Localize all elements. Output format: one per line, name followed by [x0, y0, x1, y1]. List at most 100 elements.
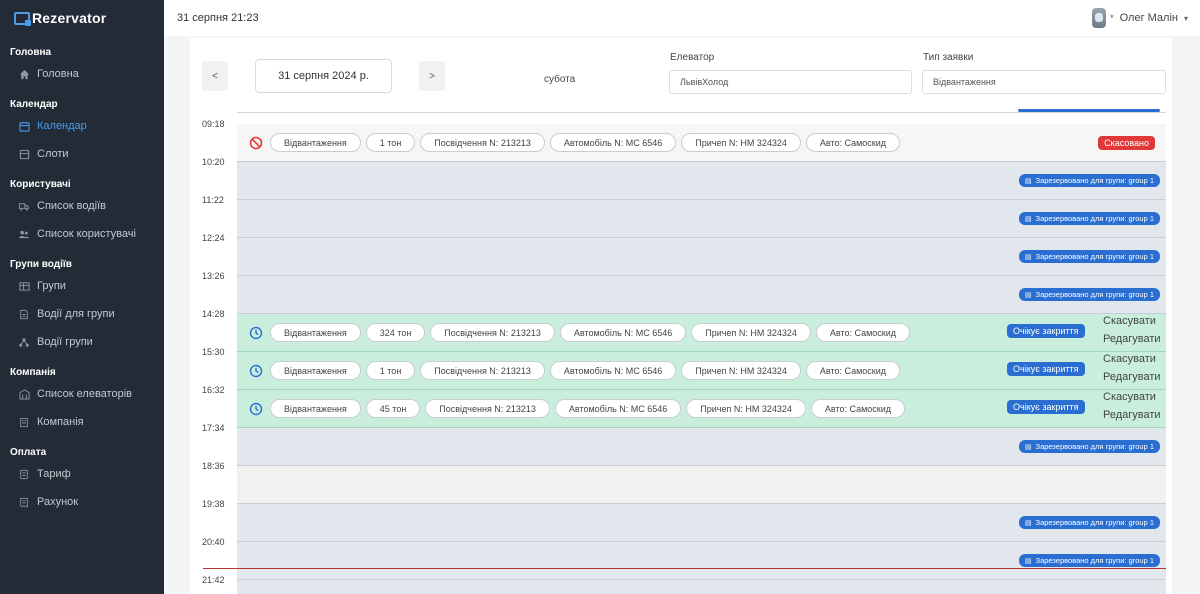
time-label: 10:20	[202, 157, 225, 167]
reserved-badge: ▤ Зарезервовано для групи: group 1	[1018, 250, 1160, 263]
tariff-icon	[18, 468, 30, 480]
sidebar-item-drivers[interactable]: Список водіїв	[0, 192, 164, 220]
pill-type: Відвантаження	[270, 399, 361, 418]
slot-row-free[interactable]	[237, 466, 1166, 504]
calendar-card: < 31 серпня 2024 р. > субота Елеватор Ль…	[190, 38, 1172, 594]
logo-icon	[14, 11, 31, 26]
time-label: 21:42	[202, 575, 225, 585]
pill-weight: 45 тон	[365, 399, 421, 418]
pill-car-type: Авто: Самоскид	[815, 323, 911, 342]
invoice-icon	[18, 496, 30, 508]
date-picker[interactable]: 31 серпня 2024 р.	[255, 59, 392, 93]
booking-row-active[interactable]: Відвантаження 324 тон Посвідчення N: 213…	[237, 314, 1166, 352]
document-icon: ▤	[1024, 215, 1032, 223]
document-icon: ▤	[1024, 291, 1032, 299]
users-icon	[18, 228, 30, 240]
reserved-badge: ▤ Зарезервовано для групи: group 1	[1018, 554, 1160, 567]
pill-vehicle: Автомобіль N: MC 6546	[554, 399, 682, 418]
pill-weight: 1 тон	[365, 361, 416, 380]
cancel-booking-link[interactable]: Скасувати	[1103, 391, 1161, 405]
sidebar-item-company[interactable]: Компанія	[0, 408, 164, 436]
time-label: 12:24	[202, 233, 225, 243]
booking-row-active[interactable]: Відвантаження 45 тон Посвідчення N: 2132…	[237, 390, 1166, 428]
reserved-badge: ▤ Зарезервовано для групи: group 1	[1018, 288, 1160, 301]
slot-row-reserved[interactable]: ▤ Зарезервовано для групи: group 1	[237, 200, 1166, 238]
booking-details: Відвантаження 45 тон Посвідчення N: 2132…	[270, 399, 906, 418]
reserved-badge: ▤ Зарезервовано для групи: group 1	[1018, 174, 1160, 187]
pill-vehicle: Автомобіль N: MC 6546	[549, 133, 677, 152]
ban-icon	[249, 136, 263, 150]
time-label: 16:32	[202, 385, 225, 395]
home-icon	[18, 68, 30, 80]
pill-car-type: Авто: Самоскид	[810, 399, 906, 418]
booking-row-active[interactable]: Відвантаження 1 тон Посвідчення N: 21321…	[237, 352, 1166, 390]
booking-actions: Скасувати Редагувати	[1103, 391, 1161, 423]
sidebar-item-groups-drivers[interactable]: Водії групи	[0, 328, 164, 356]
pill-weight: 324 тон	[365, 323, 426, 342]
brand-name: Rezervator	[32, 10, 107, 26]
sidebar-item-label: Календар	[37, 120, 87, 132]
reserved-label: Зарезервовано для групи: group 1	[1035, 518, 1154, 527]
sidebar: Rezervator Головна Головна Календар Кале…	[0, 0, 164, 594]
slot-row-reserved[interactable]: ▤ Зарезервовано для групи: group 1	[237, 276, 1166, 314]
status-badge-cancelled: Скасовано	[1098, 136, 1155, 150]
request-type-label: Тип заявки	[923, 52, 974, 63]
reserved-badge: ▤ Зарезервовано для групи: group 1	[1018, 212, 1160, 225]
edit-booking-link[interactable]: Редагувати	[1103, 371, 1161, 385]
brand-logo[interactable]: Rezervator	[0, 0, 164, 36]
truck-icon	[18, 200, 30, 212]
elevator-select[interactable]: ЛьвівХолод	[669, 70, 912, 94]
sidebar-item-label: Групи	[37, 280, 66, 292]
next-day-button[interactable]: >	[419, 61, 445, 91]
sidebar-item-groups[interactable]: Групи	[0, 272, 164, 300]
sidebar-item-tariff[interactable]: Тариф	[0, 460, 164, 488]
pill-vehicle: Автомобіль N: MC 6546	[559, 323, 687, 342]
status-badge-pending: Очікує закриття	[1007, 362, 1085, 376]
pill-license: Посвідчення N: 213213	[420, 361, 545, 380]
sidebar-item-slots[interactable]: Слоти	[0, 140, 164, 168]
sidebar-item-home[interactable]: Головна	[0, 60, 164, 88]
section-title-company: Компанія	[10, 366, 56, 378]
reserved-badge: ▤ Зарезервовано для групи: group 1	[1018, 516, 1160, 529]
time-label: 11:22	[202, 195, 224, 205]
sidebar-item-elevators[interactable]: Список елеваторів	[0, 380, 164, 408]
pill-weight: 1 тон	[365, 133, 416, 152]
avatar	[1092, 8, 1107, 28]
slot-row-reserved[interactable]: ▤ Зарезервовано для групи: group 1	[237, 428, 1166, 466]
sidebar-item-invoice[interactable]: Рахунок	[0, 488, 164, 516]
slot-row-reserved[interactable]: ▤ Зарезервовано для групи: group 1	[237, 504, 1166, 542]
reserved-label: Зарезервовано для групи: group 1	[1035, 556, 1154, 565]
sidebar-item-calendar[interactable]: Календар	[0, 112, 164, 140]
timeline-top-border	[237, 112, 1166, 113]
sidebar-item-label: Головна	[37, 68, 79, 80]
document-icon: ▤	[1024, 177, 1032, 185]
pill-trailer: Причеп N: HM 324324	[686, 399, 806, 418]
reserved-label: Зарезервовано для групи: group 1	[1035, 252, 1154, 261]
slot-row-reserved[interactable]: ▤ Зарезервовано для групи: group 1	[237, 238, 1166, 276]
slot-row-reserved[interactable]: ▤ Зарезервовано для групи: group 1	[237, 162, 1166, 200]
edit-booking-link[interactable]: Редагувати	[1103, 333, 1161, 347]
cancel-booking-link[interactable]: Скасувати	[1103, 315, 1161, 329]
top-header: 31 серпня 21:23 * Олег Малін ▾	[164, 0, 1200, 36]
prev-day-button[interactable]: <	[202, 61, 228, 91]
booking-details: Відвантаження 1 тон Посвідчення N: 21321…	[270, 133, 901, 152]
sidebar-item-group-drivers[interactable]: Водії для групи	[0, 300, 164, 328]
sidebar-item-users[interactable]: Список користувачі	[0, 220, 164, 248]
pill-car-type: Авто: Самоскид	[805, 361, 901, 380]
time-label: 13:26	[202, 271, 225, 281]
pill-trailer: Причеп N: HM 324324	[691, 323, 811, 342]
cancel-booking-link[interactable]: Скасувати	[1103, 353, 1161, 367]
request-type-select[interactable]: Відвантаження	[922, 70, 1166, 94]
user-menu[interactable]: * Олег Малін ▾	[1092, 8, 1200, 28]
pill-type: Відвантаження	[270, 133, 361, 152]
booking-row-cancelled[interactable]: Відвантаження 1 тон Посвідчення N: 21321…	[237, 124, 1166, 162]
reserved-label: Зарезервовано для групи: group 1	[1035, 290, 1154, 299]
slot-row-reserved[interactable]	[237, 580, 1166, 594]
notification-badge: *	[1110, 13, 1114, 23]
edit-booking-link[interactable]: Редагувати	[1103, 409, 1161, 423]
pill-license: Посвідчення N: 213213	[430, 323, 555, 342]
slot-row-reserved[interactable]: ▤ Зарезервовано для групи: group 1	[237, 542, 1166, 580]
sidebar-item-label: Слоти	[37, 148, 69, 160]
sidebar-item-label: Список елеваторів	[37, 388, 132, 400]
document-icon	[18, 308, 30, 320]
